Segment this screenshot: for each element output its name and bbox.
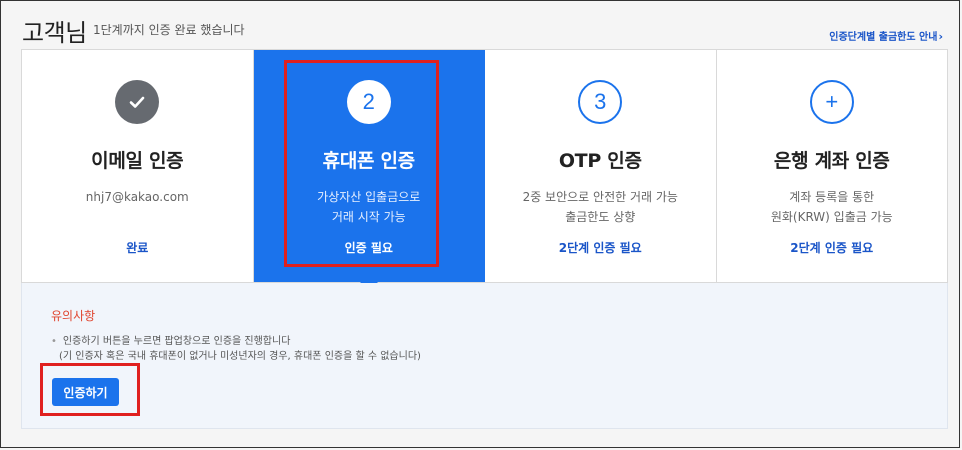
bullet-icon: • [51,336,57,347]
step-card-email[interactable]: 이메일 인증 nhj7@kakao.com 완료 [22,50,254,282]
notice-title: 유의사항 [51,309,96,323]
step-title: 휴대폰 인증 [322,150,416,172]
step-status: 2단계 인증 필요 [558,241,642,255]
notice-text: 인증하기 버튼을 누르면 팝업창으로 인증을 진행합니다 [62,336,291,347]
step-desc-line: 거래 시작 가능 [331,210,406,224]
step-title: 은행 계좌 인증 [773,150,890,172]
step-desc-line: nhj7@kakao.com [85,190,189,204]
notice-line: • 인증하기 버튼을 누르면 팝업창으로 인증을 진행합니다 [51,332,290,347]
step-desc-line: 계좌 등록을 통한 [789,190,875,204]
step-card-phone[interactable]: 2 휴대폰 인증 가상자산 입출금으로 거래 시작 가능 인증 필요 [253,50,485,291]
step-number-badge: 2 [346,80,391,124]
verify-button[interactable]: 인증하기 [52,378,119,406]
chevron-right-icon: › [938,30,943,43]
step-description: nhj7@kakao.com [86,187,189,227]
step-description: 2중 보안으로 안전한 거래 가능 출금한도 상향 [523,187,678,227]
plus-icon: + [809,80,854,124]
step-title: 이메일 인증 [91,150,184,172]
step-card-bank[interactable]: + 은행 계좌 인증 계좌 등록을 통한 원화(KRW) 입출금 가능 2단계 … [717,50,948,282]
verification-steps: 이메일 인증 nhj7@kakao.com 완료 2 휴대폰 인증 가상자산 입… [21,49,948,291]
page-title: 고객님 [22,19,87,47]
page-subtitle: 1단계까지 인증 완료 했습니다 [93,23,245,37]
step-desc-line: 출금한도 상향 [565,210,636,224]
notice-panel: 유의사항 • 인증하기 버튼을 누르면 팝업창으로 인증을 진행합니다 (기 인증… [21,283,948,429]
step-desc-line: 원화(KRW) 입출금 가능 [770,210,893,224]
withdrawal-limit-guide-label: 인증단계별 출금한도 안내 [829,32,938,43]
step-status: 2단계 인증 필요 [790,241,874,255]
step-title: OTP 인증 [558,150,642,172]
step-status: 인증 필요 [344,241,393,255]
step-number-badge: 3 [578,80,623,124]
check-icon [115,80,160,124]
step-description: 계좌 등록을 통한 원화(KRW) 입출금 가능 [771,187,893,227]
withdrawal-limit-guide-link[interactable]: 인증단계별 출금한도 안내› [829,28,943,43]
step-description: 가상자산 입출금으로 거래 시작 가능 [317,187,420,227]
step-card-otp[interactable]: 3 OTP 인증 2중 보안으로 안전한 거래 가능 출금한도 상향 2단계 인… [485,50,717,282]
step-desc-line: 가상자산 입출금으로 [317,190,421,204]
verification-panel: 고객님 1단계까지 인증 완료 했습니다 인증단계별 출금한도 안내› 이메일 … [0,0,960,448]
step-desc-line: 2중 보안으로 안전한 거래 가능 [522,190,678,204]
notice-line: (기 인증자 혹은 국내 휴대폰이 없거나 미성년자의 경우, 휴대폰 인증을 … [59,351,421,362]
step-status: 완료 [126,241,149,255]
